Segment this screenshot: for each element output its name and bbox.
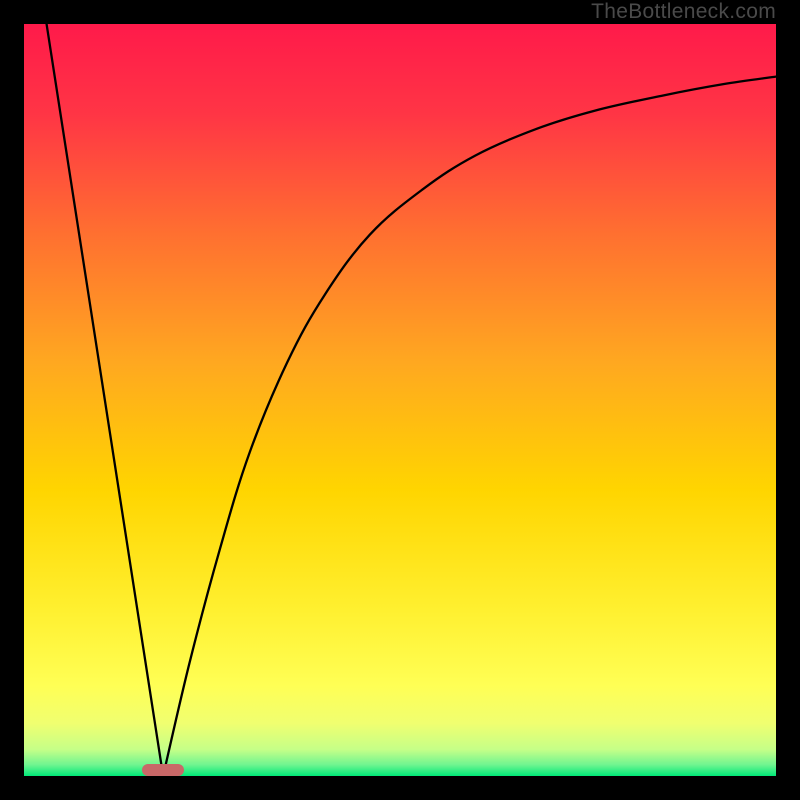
curve-overlay [24,24,776,776]
curve-right-curve [163,77,776,776]
plot-area [24,24,776,776]
watermark-text: TheBottleneck.com [591,0,776,24]
curve-left-line [47,24,164,776]
bottleneck-marker [142,764,184,776]
